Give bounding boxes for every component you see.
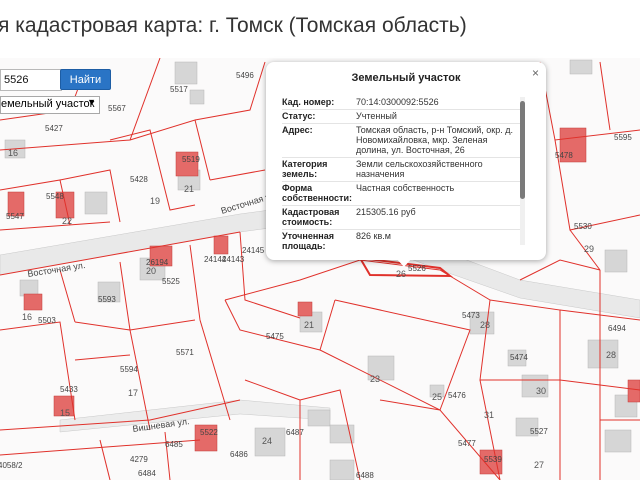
parcel-label: 5517 [170,85,188,94]
parcel-label: 5433 [60,385,78,394]
parcel-label: 24143 [222,255,245,264]
detail-value: 826 кв.м [356,231,391,241]
popup-title: Земельный участок [351,72,461,84]
parcel-label: 5571 [176,348,194,357]
layer-select[interactable]: емельный участок ▼ [0,96,100,114]
parcel-label: 6488 [356,471,374,480]
detail-row: Категория земель: Земли сельскохозяйствен… [282,158,520,182]
detail-row: Адрес: Томская область, р-н Томский, окр.… [282,124,520,158]
house-number: 22 [62,216,72,226]
parcel-label: 5539 [484,455,502,464]
parcel-label: 24145 [242,246,265,255]
popup-pointer [396,258,412,267]
detail-key: Уточненная площадь: [282,231,334,250]
detail-row: Кад. номер: 70:14:0300092:5526 [282,96,520,110]
parcel-label: 5548 [46,192,64,201]
parcel-label: 4279 [130,455,148,464]
parcel-label: 5547 [6,212,24,221]
parcel-label: 5593 [98,295,116,304]
parcel-label: 6494 [608,324,626,333]
house-number: 19 [150,196,160,206]
detail-key: Кад. номер: [282,97,335,107]
parcel-label: 5595 [614,133,632,142]
detail-key: Категория земель: [282,159,328,179]
house-number: 28 [606,350,616,360]
close-icon[interactable]: × [532,66,539,80]
parcel-label: 5503 [38,316,56,325]
parcel-label: 5476 [448,391,466,400]
detail-row: Уточненная площадь: 826 кв.м [282,230,520,250]
house-number: 27 [534,460,544,470]
parcel-label: 5478 [555,151,573,160]
parcel-label: 5427 [45,124,63,133]
chevron-down-icon: ▼ [87,97,96,107]
house-number: 16 [8,148,18,158]
detail-row: Форма собственности: Частная собственност… [282,182,520,206]
parcel-label: 5522 [200,428,218,437]
parcel-label: 5567 [108,104,126,113]
popup-scrollbar-thumb[interactable] [520,101,525,199]
house-number: 25 [432,392,442,402]
detail-key: Кадастровая стоимость: [282,207,340,227]
page-header: я кадастровая карта: г. Томск (Томская о… [0,0,640,58]
detail-value: 70:14:0300092:5526 [356,97,439,107]
detail-value: 215305.16 руб [356,207,416,217]
parcel-label: 5525 [162,277,180,286]
parcel-info-popup: Земельный участок × Кад. номер: 70:14:030… [266,62,546,260]
search-button[interactable]: Найти [60,69,111,90]
parcel-label: 4058/2 [0,461,23,470]
parcel-label: 5530 [574,222,592,231]
house-number: 28 [480,320,490,330]
page-title: я кадастровая карта: г. Томск (Томская о… [0,14,467,37]
detail-value: Частная собственность [356,183,455,193]
parcel-label: 6487 [286,428,304,437]
parcel-label: 5475 [266,332,284,341]
parcel-label: 6484 [138,469,156,478]
parcel-label: 6485 [165,440,183,449]
house-number: 23 [370,374,380,384]
parcel-label: 5496 [236,71,254,80]
parcel-label: 5594 [120,365,138,374]
detail-row: Статус: Учтенный [282,110,520,124]
popup-details: Кад. номер: 70:14:0300092:5526 Статус: Учт… [282,96,520,250]
detail-key: Статус: [282,111,316,121]
detail-key: Форма собственности: [282,183,352,203]
house-number: 21 [304,320,314,330]
house-number: 21 [184,184,194,194]
parcel-label: 6486 [230,450,248,459]
house-number: 20 [146,266,156,276]
detail-value: Учтенный [356,111,397,121]
parcel-label: 5428 [130,175,148,184]
detail-value: Томская область, р-н Томский, окр. д. Но… [356,125,513,155]
house-number: 31 [484,410,494,420]
parcel-label: 5519 [182,155,200,164]
house-number: 29 [584,244,594,254]
house-number: 17 [128,388,138,398]
house-number: 26 [396,269,406,279]
detail-key: Адрес: [282,125,313,135]
parcel-label: 5474 [510,353,528,362]
detail-value: Земли сельскохозяйственного назначения [356,159,483,179]
search-input[interactable] [0,69,62,91]
house-number: 16 [22,312,32,322]
layer-select-value: емельный участок [1,98,95,110]
house-number: 24 [262,436,272,446]
house-number: 30 [536,386,546,396]
parcel-label: 5477 [458,439,476,448]
parcel-label: 5473 [462,311,480,320]
detail-row: Кадастровая стоимость: 215305.16 руб [282,206,520,230]
parcel-label: 5527 [530,427,548,436]
house-number: 15 [60,408,70,418]
